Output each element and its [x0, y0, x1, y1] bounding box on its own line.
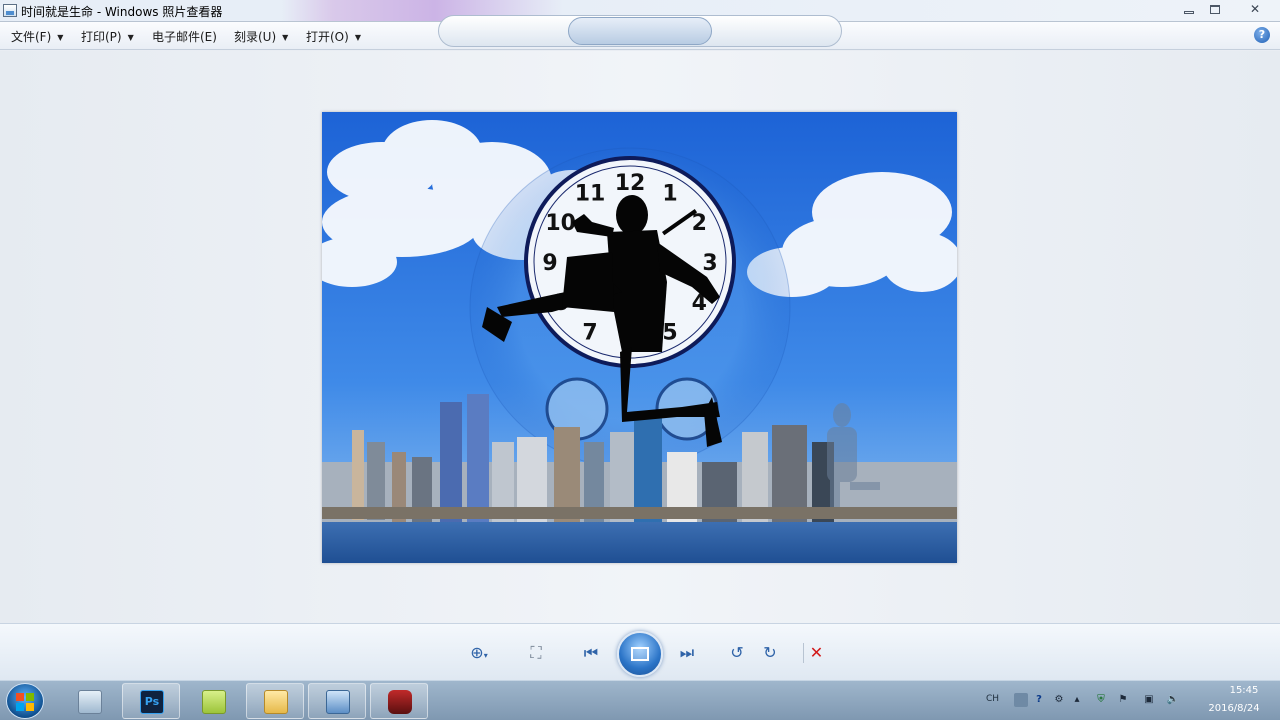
minimize-icon: [1184, 11, 1194, 14]
windows-logo-piece: [26, 703, 34, 711]
slideshow-icon: [631, 647, 649, 661]
action-center-icon[interactable]: ⚑: [1116, 693, 1130, 707]
clock-numeral: 12: [615, 171, 646, 196]
menu-burn[interactable]: 刻录(U) ▼: [234, 28, 288, 44]
taskbar-media-app[interactable]: [370, 683, 428, 719]
rotate-clockwise-icon: ↻: [763, 643, 777, 662]
menu-print[interactable]: 打印(P) ▼: [81, 28, 134, 44]
media-app-icon: [388, 690, 412, 714]
chevron-down-icon: ▼: [57, 33, 64, 42]
clock-numeral: 11: [575, 182, 606, 207]
taskbar-file-explorer[interactable]: [246, 683, 304, 719]
menu-open[interactable]: 打开(O) ▼: [306, 28, 361, 44]
rotate-counterclockwise-icon: ↺: [730, 643, 744, 662]
taskbar-photo-viewer[interactable]: [308, 683, 366, 719]
menu-email[interactable]: 电子邮件(E): [152, 28, 217, 44]
clock-numeral: 9: [542, 251, 557, 276]
previous-icon: ⏮: [583, 643, 599, 662]
windows-logo-icon: [16, 693, 24, 701]
minimize-button[interactable]: [1176, 1, 1202, 19]
chevron-down-icon: ▼: [127, 33, 134, 42]
start-button[interactable]: [6, 683, 44, 719]
windows-logo-piece: [26, 693, 34, 701]
next-icon: ⏭: [679, 643, 695, 662]
folder-icon: [264, 690, 288, 714]
input-method-icon[interactable]: ⚙: [1052, 693, 1066, 707]
clock-date[interactable]: 2016/8/24: [1194, 703, 1274, 714]
rotate-clockwise-button[interactable]: ↻: [757, 643, 783, 663]
close-button[interactable]: ✕: [1240, 1, 1270, 19]
restore-button[interactable]: [1202, 1, 1228, 19]
clock-numeral: 10: [545, 211, 576, 236]
help-icon[interactable]: ?: [1254, 27, 1270, 43]
keyboard-icon[interactable]: [1014, 693, 1028, 707]
actual-size-icon: ⛶: [530, 643, 542, 662]
photoshop-icon: Ps: [140, 690, 164, 714]
security-icon[interactable]: ⛨: [1094, 693, 1108, 707]
clock-numeral: 2: [692, 211, 707, 236]
menu-open-label: 打开(O): [306, 30, 349, 44]
menu-print-label: 打印(P): [81, 30, 122, 44]
clock-time[interactable]: 15:45: [1208, 685, 1280, 696]
chevron-down-icon: ▼: [282, 33, 289, 42]
clock-numeral: 7: [582, 320, 597, 345]
taskbar: Ps CH ? ⚙ ▴ ⛨ ⚑ ▣ 🔈 15:45 2016/8/24: [0, 680, 1280, 720]
slideshow-button[interactable]: [617, 631, 663, 677]
menu-email-label: 电子邮件(E): [152, 30, 217, 44]
photo-artwork: 121234567891011: [322, 112, 957, 563]
actual-size-button[interactable]: ⛶: [523, 643, 549, 663]
volume-icon[interactable]: 🔈: [1166, 693, 1180, 707]
chevron-down-icon: ▼: [354, 33, 361, 42]
delete-icon: ✕: [809, 643, 824, 662]
menu-file-label: 文件(F): [11, 30, 52, 44]
close-icon: ✕: [1249, 2, 1261, 16]
menu-burn-label: 刻录(U): [234, 30, 277, 44]
menu-file[interactable]: 文件(F) ▼: [11, 28, 63, 44]
displayed-photo: 121234567891011: [322, 112, 957, 563]
zoom-icon: ⊕: [470, 643, 484, 662]
clock-numeral: 3: [702, 251, 717, 276]
taskbar-sticky-notes[interactable]: [184, 683, 242, 719]
navigation-group: [568, 17, 712, 45]
show-hidden-icons[interactable]: ▴: [1070, 693, 1084, 707]
window-title: 时间就是生命 - Windows 照片查看器: [21, 5, 223, 19]
system-tray: CH ? ⚙ ▴ ⛨ ⚑ ▣ 🔈 15:45 2016/8/24: [984, 681, 1280, 720]
clock-numeral: 1: [662, 182, 677, 207]
restore-icon: [1210, 5, 1220, 14]
sticky-note-icon: [202, 690, 226, 714]
network-icon[interactable]: ▣: [1142, 693, 1156, 707]
language-indicator[interactable]: CH: [986, 694, 999, 704]
previous-button[interactable]: ⏮: [578, 643, 604, 663]
next-button[interactable]: ⏭: [674, 643, 700, 663]
photo-viewer-app-icon: [3, 4, 17, 17]
recycle-bin-icon: [78, 690, 102, 714]
help-tray-icon[interactable]: ?: [1032, 693, 1046, 707]
taskbar-recycle-bin[interactable]: [60, 683, 118, 719]
clock-numeral: 5: [662, 320, 677, 345]
water: [322, 522, 957, 563]
windows-logo-piece: [16, 703, 24, 711]
delete-button[interactable]: ✕: [803, 643, 829, 663]
rotate-counterclockwise-button[interactable]: ↺: [724, 643, 750, 663]
taskbar-photoshop[interactable]: Ps: [122, 683, 180, 719]
chevron-down-icon: ▾: [483, 651, 488, 660]
photo-viewer-icon: [326, 690, 350, 714]
zoom-button[interactable]: ⊕▾: [466, 643, 492, 663]
